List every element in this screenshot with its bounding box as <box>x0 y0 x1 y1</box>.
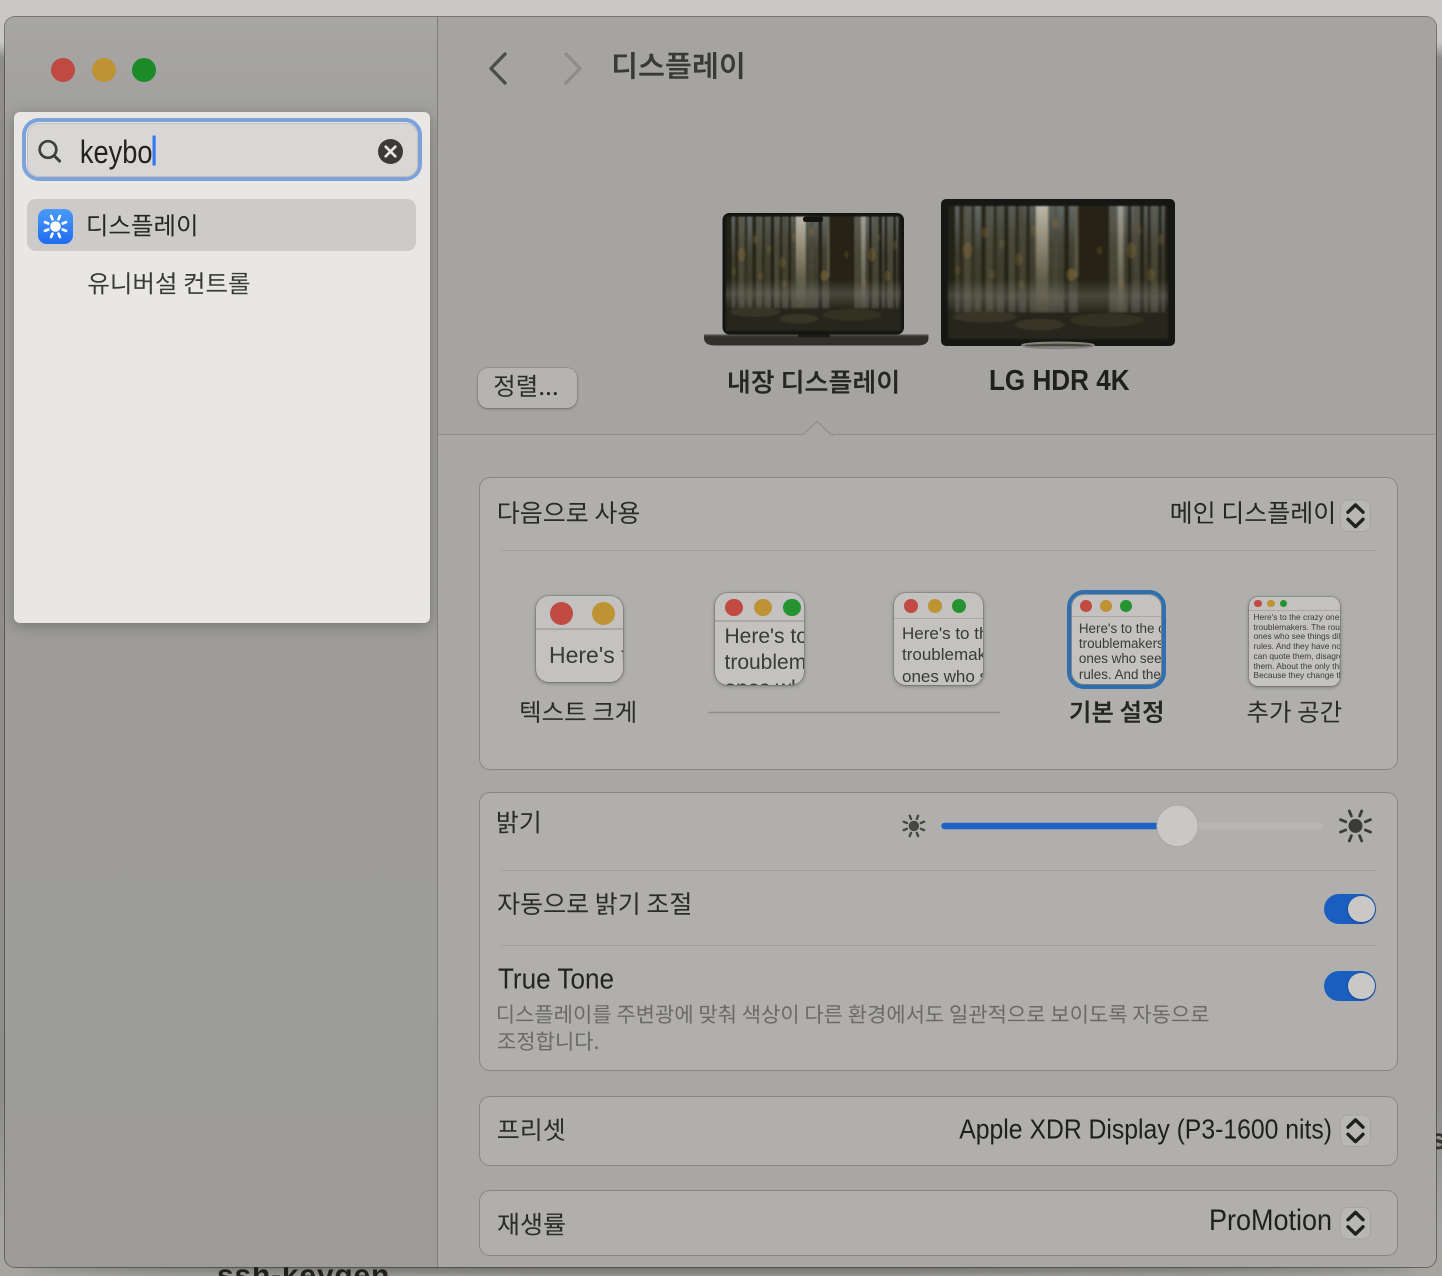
svg-text:LG HDR 4K: LG HDR 4K <box>989 364 1130 397</box>
svg-text:keybo: keybo <box>80 135 153 171</box>
svg-text:ProMotion: ProMotion <box>1209 1204 1332 1238</box>
svg-text:True Tone: True Tone <box>498 962 614 995</box>
svg-text:Apple XDR Display (P3-1600 nit: Apple XDR Display (P3-1600 nits) <box>959 1113 1332 1145</box>
